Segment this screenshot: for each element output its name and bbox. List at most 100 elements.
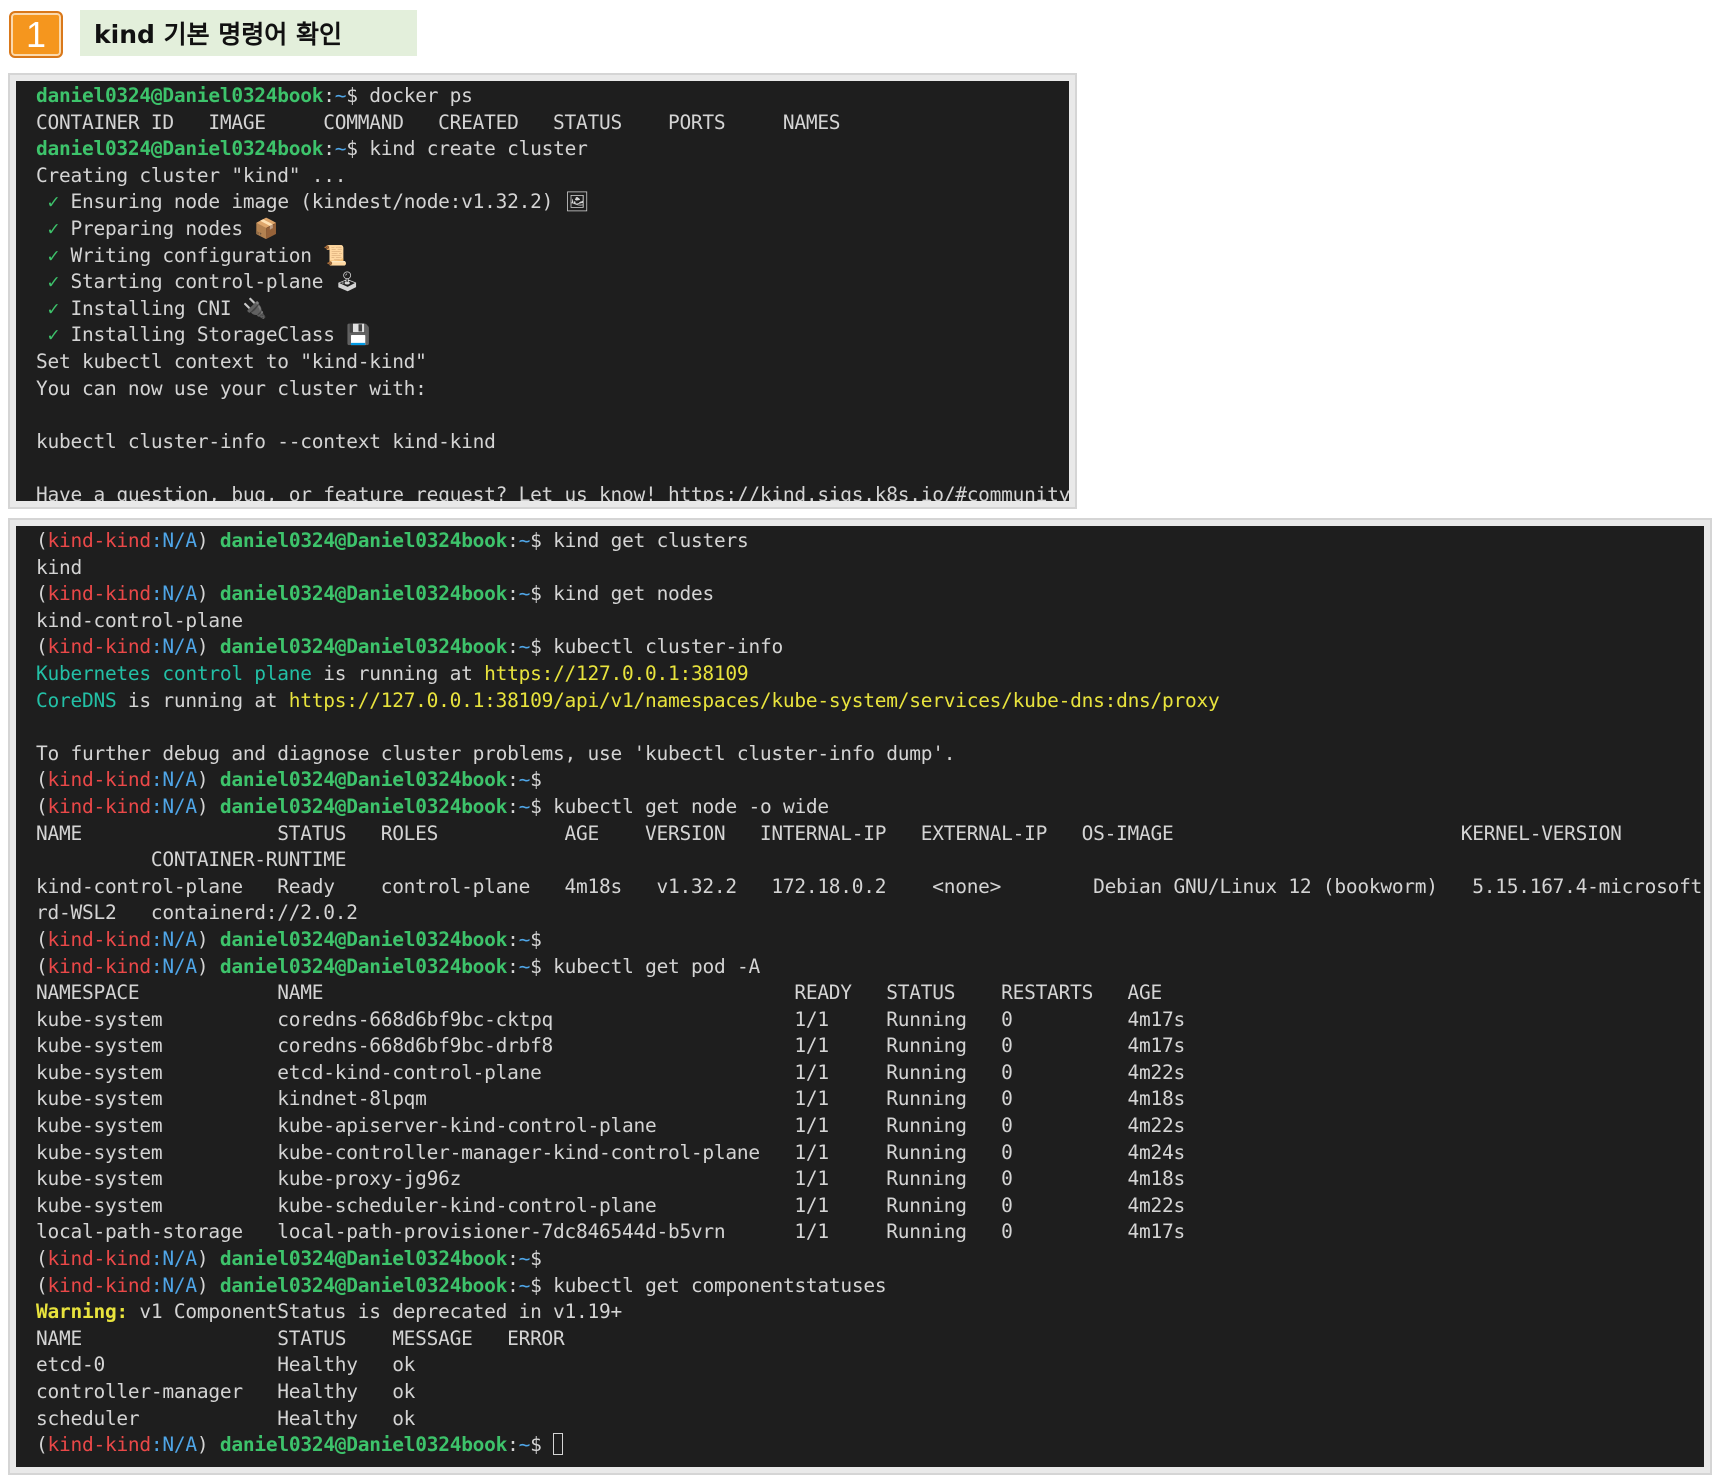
table-header: NAMESPACE NAME READY STATUS RESTARTS AGE [36,981,1163,1005]
prompt-symbol: $ [530,794,542,818]
ctx-paren: ( [36,635,48,659]
step-text: Installing StorageClass [70,323,336,347]
prompt-user-host: daniel0324@Daniel0324book [219,1433,508,1457]
prompt-kube-context: kind-kind [47,582,152,606]
control-plane-url[interactable]: https://127.0.0.1:38109 [484,662,749,685]
prompt-kube-namespace: N/A [162,1273,197,1297]
prompt-symbol: $ [530,927,542,951]
output-line: kind-control-plane [36,608,243,632]
prompt-kube-namespace: N/A [162,794,197,818]
step-line: ✓ Installing StorageClass 💾 [36,322,1069,349]
command-text: kind create cluster [369,137,588,161]
step-line: ✓ Preparing nodes 📦 [36,216,1069,243]
checkmark-icon: ✓ [47,190,60,214]
prompt-line: (kind-kind:N/A) daniel0324@Daniel0324boo… [36,954,760,978]
prompt-user-host: daniel0324@Daniel0324book [219,635,508,659]
prompt-line: (kind-kind:N/A) daniel0324@Daniel0324boo… [36,1247,542,1271]
output-line: kind [36,555,82,579]
ctx-paren: ( [36,768,48,792]
command-text: docker ps [369,84,473,107]
command-text: kind get nodes [553,582,715,606]
step-line: ✓ Starting control-plane 🕹 [36,269,1069,296]
step-text: Starting control-plane [70,270,324,294]
table-row: kube-system kindnet-8lpqm 1/1 Running 0 … [36,1087,1185,1111]
warning-text: v1 ComponentStatus is deprecated in v1.1… [127,1300,622,1324]
table-row: kube-system etcd-kind-control-plane 1/1 … [36,1060,1185,1084]
prompt-symbol: $ [530,1273,542,1297]
checkmark-icon: ✓ [47,243,60,267]
prompt-line: (kind-kind:N/A) daniel0324@Daniel0324boo… [36,635,783,659]
step-line: ✓ Writing configuration 📜 [36,243,1069,270]
table-row: kube-system coredns-668d6bf9bc-drbf8 1/1… [36,1034,1185,1058]
control-plane-label: Kubernetes control plane [36,661,312,685]
prompt-kube-namespace: N/A [162,768,197,792]
prompt-user-host: daniel0324@Daniel0324book [219,1247,508,1271]
prompt-user-host: daniel0324@Daniel0324book [36,84,324,107]
prompt-path: ~ [334,137,347,161]
ctx-paren: ) [196,635,209,659]
ctx-paren: ) [196,768,209,792]
ctx-paren: ( [36,1433,48,1457]
terminal-cursor[interactable] [553,1433,564,1456]
prompt-line: (kind-kind:N/A) daniel0324@Daniel0324boo… [36,1432,1704,1459]
prompt-kube-context: kind-kind [47,954,152,978]
output-line: kubectl cluster-info --context kind-kind [36,429,496,453]
prompt-line: (kind-kind:N/A) daniel0324@Daniel0324boo… [36,768,542,792]
ctx-paren: ) [196,1247,209,1271]
checkmark-icon: ✓ [47,323,60,347]
prompt-path: ~ [518,1273,531,1297]
table-row: kube-system kube-proxy-jg96z 1/1 Running… [36,1167,1185,1191]
prompt-line: daniel0324@Daniel0324book:~$ kind create… [36,137,588,161]
prompt-symbol: $ [530,635,542,659]
prompt-symbol: $ [346,137,358,161]
info-text: is running at [116,688,289,712]
prompt-line: (kind-kind:N/A) daniel0324@Daniel0324boo… [36,582,715,606]
coredns-label: CoreDNS [36,688,117,712]
coredns-url[interactable]: https://127.0.0.1:38109/api/v1/namespace… [289,689,1220,712]
checkmark-icon: ✓ [47,270,60,294]
table-header: CONTAINER-RUNTIME [36,848,347,872]
table-row: local-path-storage local-path-provisione… [36,1220,1185,1244]
ctx-paren: ( [36,1247,48,1271]
warning-label: Warning: [36,1300,128,1324]
prompt-kube-namespace: N/A [162,1247,197,1271]
prompt-path: ~ [334,84,347,107]
prompt-path: ~ [518,768,531,792]
prompt-symbol: $ [530,1247,542,1271]
prompt-symbol: $ [530,954,542,978]
ctx-paren: ( [36,954,48,978]
step-number-badge: 1 [9,11,63,58]
ctx-paren: ) [196,794,209,818]
prompt-path: ~ [518,794,531,818]
prompt-path: ~ [518,1433,531,1457]
prompt-kube-namespace: N/A [162,927,197,951]
scroll-icon: 📜 [323,243,348,267]
terminal-window-kubectl[interactable]: (kind-kind:N/A) daniel0324@Daniel0324boo… [8,518,1712,1475]
floppy-disk-icon: 💾 [346,323,371,347]
prompt-line: (kind-kind:N/A) daniel0324@Daniel0324boo… [36,927,542,951]
table-row: kube-system kube-scheduler-kind-control-… [36,1193,1185,1217]
terminal-window-create-cluster[interactable]: daniel0324@Daniel0324book:~$ docker ps C… [8,73,1077,509]
ctx-paren: ( [36,582,48,606]
prompt-path: ~ [518,1247,531,1271]
prompt-user-host: daniel0324@Daniel0324book [219,794,508,818]
step-text: Installing CNI [70,296,232,320]
ctx-paren: ) [196,954,209,978]
prompt-user-host: daniel0324@Daniel0324book [219,927,508,951]
table-row: rd-WSL2 containerd://2.0.2 [36,901,358,925]
prompt-kube-context: kind-kind [47,529,152,552]
joystick-icon: 🕹 [334,270,360,294]
prompt-kube-context: kind-kind [47,927,152,951]
output-line: Set kubectl context to "kind-kind" [36,349,427,373]
prompt-path: ~ [518,582,531,606]
command-text: kubectl cluster-info [553,635,783,659]
ctx-paren: ( [36,1273,48,1297]
table-row: etcd-0 Healthy ok [36,1353,416,1377]
output-line: CoreDNS is running at https://127.0.0.1:… [36,688,1704,715]
table-header: NAME STATUS ROLES AGE VERSION INTERNAL-I… [36,821,1622,845]
output-line: CONTAINER ID IMAGE COMMAND CREATED STATU… [36,110,841,134]
prompt-kube-context: kind-kind [47,768,152,792]
ctx-paren: ( [36,794,48,818]
